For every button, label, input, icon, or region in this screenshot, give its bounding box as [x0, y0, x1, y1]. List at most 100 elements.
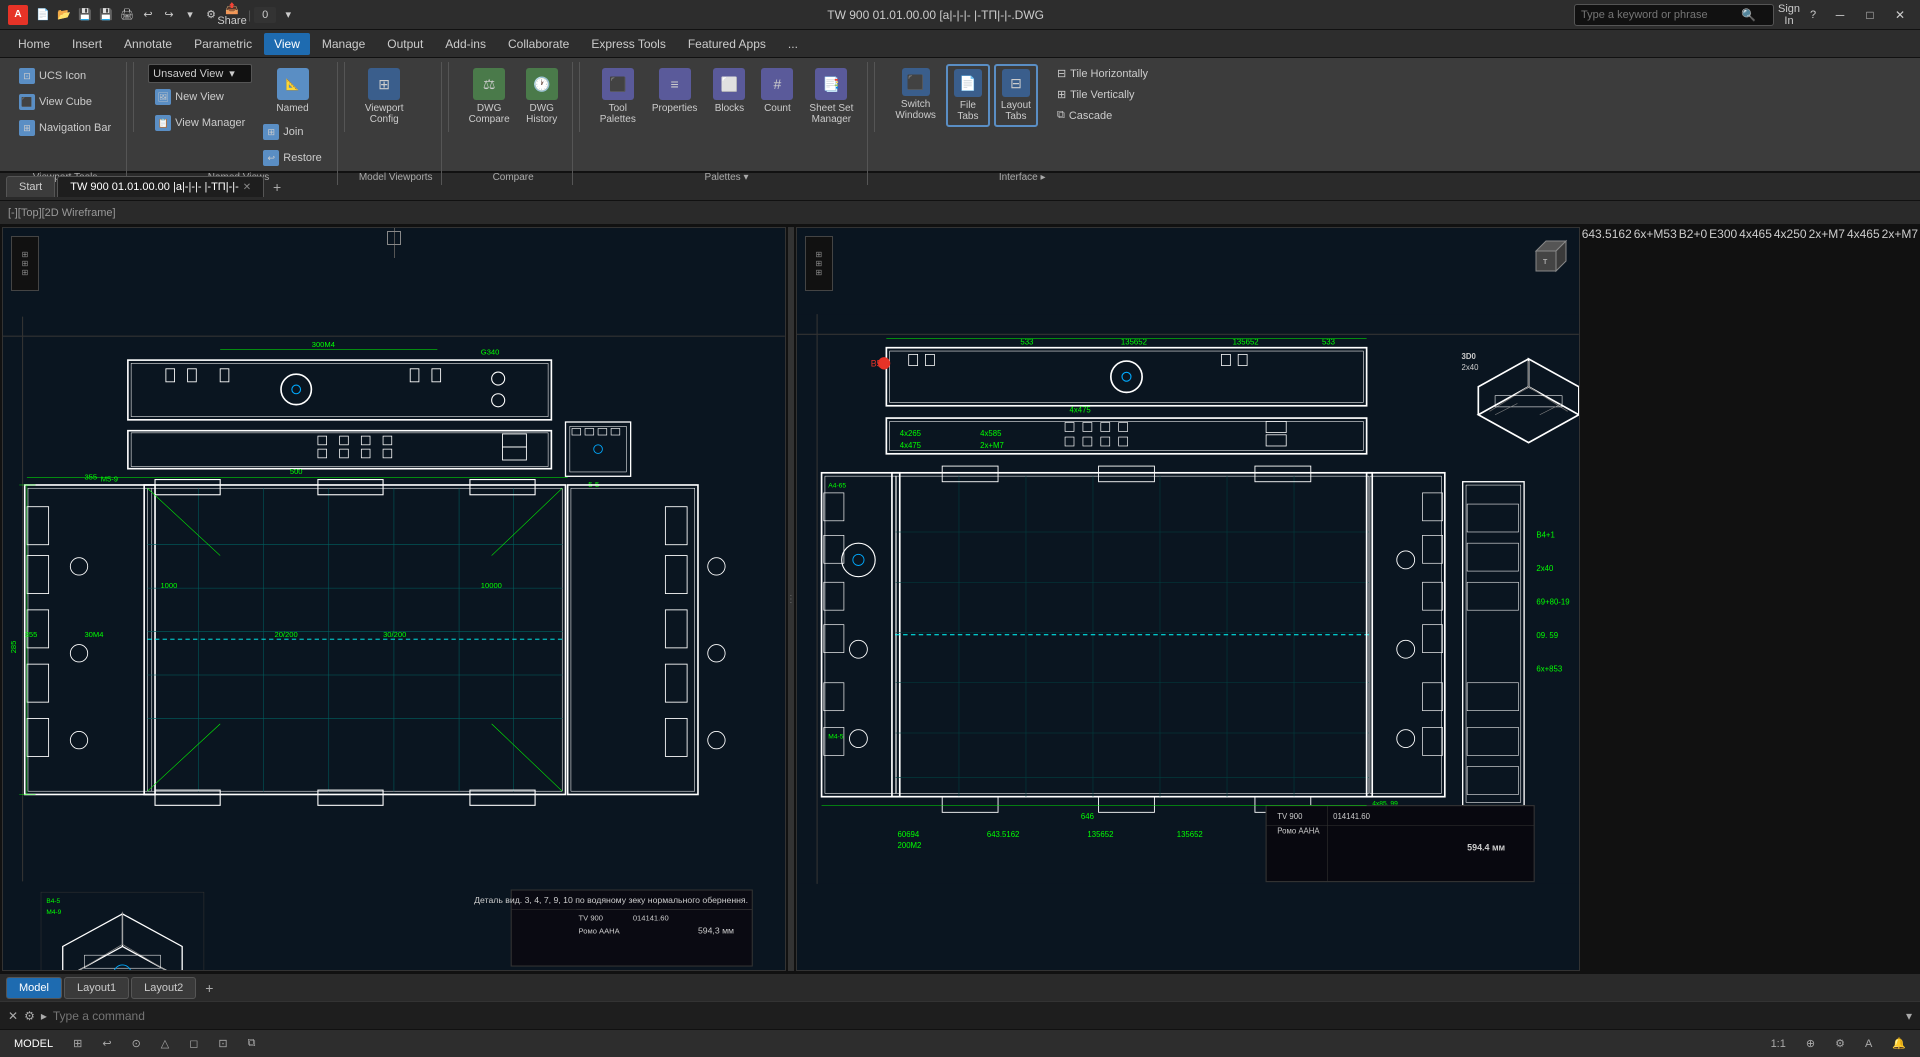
switch-windows-icon: ⬛: [902, 68, 930, 96]
cascade-icon: ⧉: [1057, 109, 1065, 122]
viewport-configuration-icon: ⊞: [368, 68, 400, 100]
menu-output[interactable]: Output: [377, 33, 433, 55]
view-manager-button[interactable]: 📋 View Manager: [148, 111, 252, 135]
interface-left-col: ⬛ Switch Windows: [889, 64, 942, 125]
minimize-button[interactable]: ─: [1828, 5, 1852, 25]
close-button[interactable]: ✕: [1888, 5, 1912, 25]
status-model[interactable]: MODEL: [8, 1036, 59, 1052]
open-file-button[interactable]: 📂: [55, 6, 73, 24]
status-polar[interactable]: △: [155, 1035, 175, 1052]
menu-bar: Home Insert Annotate Parametric View Man…: [0, 30, 1920, 58]
new-view-button[interactable]: 🖼 New View: [148, 85, 252, 109]
restore-button[interactable]: ↩ Restore: [256, 146, 329, 170]
interface-group-label: Interface ▸: [889, 170, 1155, 183]
properties-button[interactable]: ≡ Properties: [646, 64, 704, 118]
maximize-button[interactable]: □: [1858, 5, 1882, 25]
tool-palettes-icon: ⬛: [602, 68, 634, 100]
viewport-configuration-button[interactable]: ⊞ Viewport Config: [359, 64, 410, 129]
status-annotation[interactable]: A: [1859, 1036, 1878, 1052]
view-dropdown[interactable]: Unsaved View ▾: [148, 64, 252, 83]
command-chevron-icon[interactable]: ▾: [1906, 1009, 1912, 1023]
named-views-button[interactable]: 📐 Named: [256, 64, 329, 118]
layout-tab-layout2[interactable]: Layout2: [131, 977, 196, 999]
separator-2: [344, 62, 345, 132]
doc-tab-drawing[interactable]: TW 900 01.01.00.00 |а|-|-|- |-ТП|-|- ✕: [57, 176, 264, 197]
menu-parametric[interactable]: Parametric: [184, 33, 262, 55]
svg-text:2x+M7: 2x+M7: [980, 441, 1004, 450]
status-scale[interactable]: 1:1: [1765, 1036, 1792, 1052]
new-doc-tab-button[interactable]: +: [266, 176, 288, 198]
status-zoom[interactable]: ⊕: [1800, 1035, 1821, 1052]
layout-tab-layout1[interactable]: Layout1: [64, 977, 129, 999]
status-notification[interactable]: 🔔: [1886, 1035, 1912, 1052]
ucs-icon-button[interactable]: ⊡ UCS Icon: [12, 64, 118, 88]
viewport-divider[interactable]: ⋮: [788, 227, 794, 971]
search-box[interactable]: 🔍: [1574, 4, 1774, 26]
navigation-bar-button[interactable]: ⊞ Navigation Bar: [12, 116, 118, 140]
status-grid[interactable]: ⊞: [67, 1035, 88, 1052]
cascade-button[interactable]: ⧉ Cascade: [1050, 106, 1155, 125]
command-settings-icon[interactable]: ⚙: [24, 1009, 35, 1023]
svg-text:1000: 1000: [160, 581, 177, 590]
svg-text:643.5162: 643.5162: [987, 830, 1020, 839]
doc-tab-start[interactable]: Start: [6, 176, 55, 197]
menu-home[interactable]: Home: [8, 33, 60, 55]
blocks-button[interactable]: ⬜ Blocks: [707, 64, 751, 118]
new-file-button[interactable]: 📄: [34, 6, 52, 24]
menu-express-tools[interactable]: Express Tools: [581, 33, 675, 55]
print-button[interactable]: 🖨: [118, 6, 136, 24]
command-arrow-icon[interactable]: ▸: [41, 1009, 47, 1023]
status-workspace[interactable]: ⚙: [1829, 1035, 1851, 1052]
status-snap[interactable]: ↩: [96, 1035, 117, 1052]
menu-addins[interactable]: Add-ins: [435, 33, 496, 55]
menu-insert[interactable]: Insert: [62, 33, 112, 55]
svg-text:200M2: 200M2: [897, 841, 921, 850]
viewport-left[interactable]: ⊞⊞⊞: [2, 227, 786, 971]
count-button[interactable]: # Count: [755, 64, 799, 118]
tool-palettes-button[interactable]: ⬛ Tool Palettes: [594, 64, 642, 129]
menu-view[interactable]: View: [264, 33, 310, 55]
doc-tab-close[interactable]: ✕: [243, 182, 251, 193]
dwg-history-button[interactable]: 🕐 DWG History: [520, 64, 564, 129]
file-tabs-button[interactable]: 📄 File Tabs: [946, 64, 990, 127]
ribbon-group-interface: ⬛ Switch Windows 📄 File Tabs ⊟ Layo: [881, 62, 1163, 185]
switch-windows-button[interactable]: ⬛ Switch Windows: [889, 64, 942, 125]
redo-button[interactable]: ↪: [160, 6, 178, 24]
viewport-right[interactable]: ⊞⊞⊞ T: [796, 227, 1580, 971]
search-input[interactable]: [1581, 9, 1741, 21]
tile-horizontally-button[interactable]: ⊟ Tile Horizontally: [1050, 64, 1155, 83]
menu-manage[interactable]: Manage: [312, 33, 375, 55]
menu-annotate[interactable]: Annotate: [114, 33, 182, 55]
svg-text:09. 59: 09. 59: [1536, 631, 1558, 640]
qat-more-button[interactable]: ▾: [181, 6, 199, 24]
undo-button[interactable]: ↩: [139, 6, 157, 24]
dwg-compare-button[interactable]: ⚖ DWG Compare: [463, 64, 516, 129]
sign-in-button[interactable]: Sign In: [1780, 6, 1798, 24]
count-icon: #: [761, 68, 793, 100]
layout-tab-model[interactable]: Model: [6, 977, 62, 999]
layout-tabs-button[interactable]: ⊟ Layout Tabs: [994, 64, 1038, 127]
status-ortho[interactable]: ⊙: [126, 1035, 147, 1052]
help-button[interactable]: ?: [1804, 6, 1822, 24]
command-input[interactable]: [53, 1009, 1900, 1023]
status-otrack[interactable]: ⊡: [212, 1035, 233, 1052]
menu-featured-apps[interactable]: Featured Apps: [678, 33, 776, 55]
share-button[interactable]: 📤 Share: [223, 6, 241, 24]
tile-vertically-button[interactable]: ⊞ Tile Vertically: [1050, 85, 1155, 104]
app-icon: A: [8, 5, 28, 25]
status-lineweight[interactable]: ⧉: [242, 1035, 262, 1052]
compare-group-label: Compare: [463, 170, 564, 183]
viewports: ⊞⊞⊞: [0, 225, 1920, 973]
sheet-set-manager-button[interactable]: 📑 Sheet Set Manager: [803, 64, 859, 129]
save-as-button[interactable]: 💾: [97, 6, 115, 24]
qat-dropdown[interactable]: ▾: [279, 6, 297, 24]
svg-text:4x475: 4x475: [1069, 405, 1091, 414]
command-close-icon[interactable]: ✕: [8, 1009, 18, 1023]
status-osnap[interactable]: ◻: [183, 1035, 204, 1052]
add-layout-button[interactable]: +: [198, 977, 220, 999]
view-cube-button[interactable]: ⬛ View Cube: [12, 90, 118, 114]
menu-collaborate[interactable]: Collaborate: [498, 33, 579, 55]
menu-more[interactable]: ...: [778, 33, 808, 55]
join-button[interactable]: ⊞ Join: [256, 120, 329, 144]
save-button[interactable]: 💾: [76, 6, 94, 24]
